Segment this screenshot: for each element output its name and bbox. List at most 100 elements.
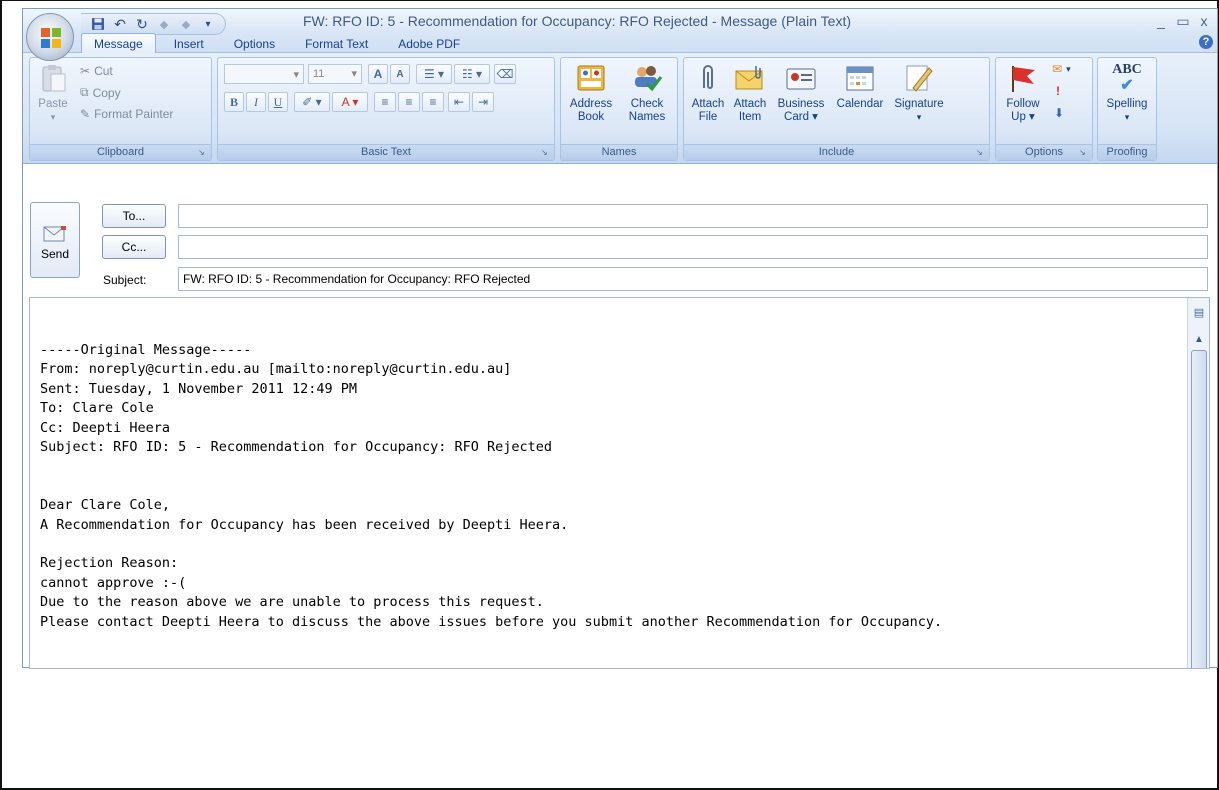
copy-button[interactable]: ⧉ Copy	[80, 85, 121, 100]
to-field[interactable]	[178, 204, 1208, 228]
body-line: A Recommendation for Occupancy has been …	[40, 516, 569, 533]
numbering-button[interactable]: ☷ ▾	[454, 64, 490, 84]
body-line: cannot approve :-(	[40, 574, 187, 591]
decrease-indent-button[interactable]: ⇤	[448, 92, 470, 112]
basic-text-group: ▾ 11 ▾ A A ☰ ▾ ☷ ▾ ⌫ B I U ✐ ▾ A ▾ ≡ ≡ ≡ …	[217, 57, 555, 161]
business-card-icon	[786, 68, 816, 90]
subject-field[interactable]: FW: RFO ID: 5 - Recommendation for Occup…	[178, 267, 1208, 291]
address-book-button[interactable]: Address Book	[567, 62, 615, 124]
vertical-scrollbar[interactable]: ▤ ▲	[1187, 298, 1209, 668]
options-group-label: Options	[996, 144, 1092, 160]
message-body[interactable]: -----Original Message----- From: noreply@…	[29, 297, 1210, 669]
address-book-icon	[577, 65, 605, 91]
body-line: Rejection Reason:	[40, 555, 179, 572]
ribbon-tabs: Message Insert Options Format Text Adobe…	[81, 31, 478, 53]
follow-up-button[interactable]: Follow Up ▾	[1000, 62, 1046, 124]
send-button[interactable]: Send	[30, 202, 80, 278]
copy-icon: ⧉	[80, 85, 89, 99]
categorize-button[interactable]: ✉ ▾	[1052, 62, 1071, 76]
italic-button[interactable]: I	[246, 92, 266, 112]
font-size-combo[interactable]: 11 ▾	[308, 64, 362, 84]
scroll-thumb[interactable]	[1191, 350, 1207, 668]
calendar-button[interactable]: Calendar	[832, 62, 888, 111]
tab-format-text[interactable]: Format Text	[293, 34, 380, 53]
font-name-combo[interactable]: ▾	[224, 64, 304, 84]
scroll-options-icon[interactable]: ▤	[1191, 306, 1207, 322]
to-button[interactable]: To...	[102, 204, 166, 228]
body-line: -----Original Message-----	[40, 342, 252, 358]
high-importance-icon[interactable]: !	[1056, 84, 1060, 98]
tab-options[interactable]: Options	[222, 34, 287, 53]
cut-button[interactable]: ✂ Cut	[80, 64, 113, 78]
envelope-attach-icon	[735, 66, 763, 90]
spelling-button[interactable]: ABC ✔ Spelling ▾	[1100, 62, 1154, 124]
office-button[interactable]	[26, 13, 74, 61]
include-group: Attach File Attach Item Business Card ▾ Cal…	[683, 57, 990, 161]
font-size-value: 11	[313, 68, 325, 80]
help-icon[interactable]: ?	[1199, 35, 1213, 49]
bold-button[interactable]: B	[224, 92, 244, 112]
close-button[interactable]: x	[1194, 13, 1214, 29]
font-color-icon: A ▾	[341, 95, 359, 109]
signature-button[interactable]: Signature ▾	[890, 62, 948, 124]
proofing-group: ABC ✔ Spelling ▾ Proofing	[1097, 57, 1157, 161]
options-launcher-icon[interactable]: ↘	[1079, 148, 1089, 158]
underline-button[interactable]: U	[268, 92, 288, 112]
body-line: Sent: Tuesday, 1 November 2011 12:49 PM	[40, 380, 357, 397]
brush-icon: ✎	[80, 107, 91, 121]
cc-button[interactable]: Cc...	[102, 235, 166, 259]
paste-button[interactable]: Paste ▾	[34, 62, 72, 124]
align-right-button[interactable]: ≡	[422, 92, 444, 112]
body-line: From: noreply@curtin.edu.au [mailto:nore…	[40, 361, 512, 378]
body-line: Dear Clare Cole,	[40, 497, 171, 514]
maximize-button[interactable]: ▭	[1173, 13, 1193, 30]
clipboard-launcher-icon[interactable]: ↘	[198, 148, 208, 158]
message-body-text[interactable]: -----Original Message----- From: noreply@…	[40, 341, 942, 632]
subject-label: Subject:	[103, 273, 147, 287]
shrink-font-button[interactable]: A	[390, 64, 410, 84]
business-card-label-2: Card ▾	[784, 111, 818, 123]
attach-file-button[interactable]: Attach File	[688, 62, 728, 124]
include-launcher-icon[interactable]: ↘	[976, 148, 986, 158]
attach-item-label-1: Attach	[733, 98, 767, 110]
low-importance-icon[interactable]: ⬇	[1054, 106, 1064, 120]
tab-message[interactable]: Message	[81, 33, 156, 53]
cc-field[interactable]	[178, 235, 1208, 259]
flag-icon	[1012, 66, 1035, 92]
names-group-label: Names	[561, 144, 677, 160]
grow-font-button[interactable]: A	[368, 64, 388, 84]
paperclip-icon	[703, 65, 713, 89]
bullets-button[interactable]: ☰ ▾	[416, 64, 452, 84]
highlight-button[interactable]: ✐ ▾	[294, 92, 330, 112]
body-line	[40, 477, 942, 496]
align-center-button[interactable]: ≡	[398, 92, 420, 112]
body-line: To: Clare Cole	[40, 400, 154, 417]
proofing-group-label: Proofing	[1098, 144, 1156, 160]
basic-text-group-label: Basic Text	[218, 144, 554, 160]
minimize-button[interactable]: _	[1151, 13, 1171, 29]
body-line: Cc: Deepti Heera	[40, 419, 171, 436]
signature-icon	[906, 65, 933, 92]
tab-adobe-pdf[interactable]: Adobe PDF	[386, 34, 472, 53]
window-title: FW: RFO ID: 5 - Recommendation for Occup…	[303, 13, 851, 29]
attach-item-label-2: Item	[738, 111, 762, 123]
increase-indent-icon: ⇥	[477, 95, 489, 109]
check-names-button[interactable]: Check Names	[621, 62, 673, 124]
names-group: Address Book Check Names Names	[560, 57, 678, 161]
bullets-icon: ☰ ▾	[423, 67, 445, 81]
clear-formatting-button[interactable]: ⌫	[494, 64, 516, 84]
format-painter-button[interactable]: ✎ Format Painter	[80, 107, 173, 121]
body-line	[40, 535, 942, 554]
scroll-up-arrow-icon[interactable]: ▲	[1193, 334, 1205, 346]
attach-item-button[interactable]: Attach Item	[730, 62, 770, 124]
calendar-icon	[846, 66, 874, 91]
address-book-label-2: Book	[577, 111, 605, 123]
cut-label: Cut	[94, 64, 113, 78]
business-card-button[interactable]: Business Card ▾	[772, 62, 830, 124]
align-left-button[interactable]: ≡	[374, 92, 396, 112]
tab-insert[interactable]: Insert	[162, 34, 216, 53]
basic-text-launcher-icon[interactable]: ↘	[541, 148, 551, 158]
font-color-button[interactable]: A ▾	[332, 92, 368, 112]
follow-up-label-2: Up ▾	[1011, 111, 1035, 123]
increase-indent-button[interactable]: ⇥	[472, 92, 494, 112]
